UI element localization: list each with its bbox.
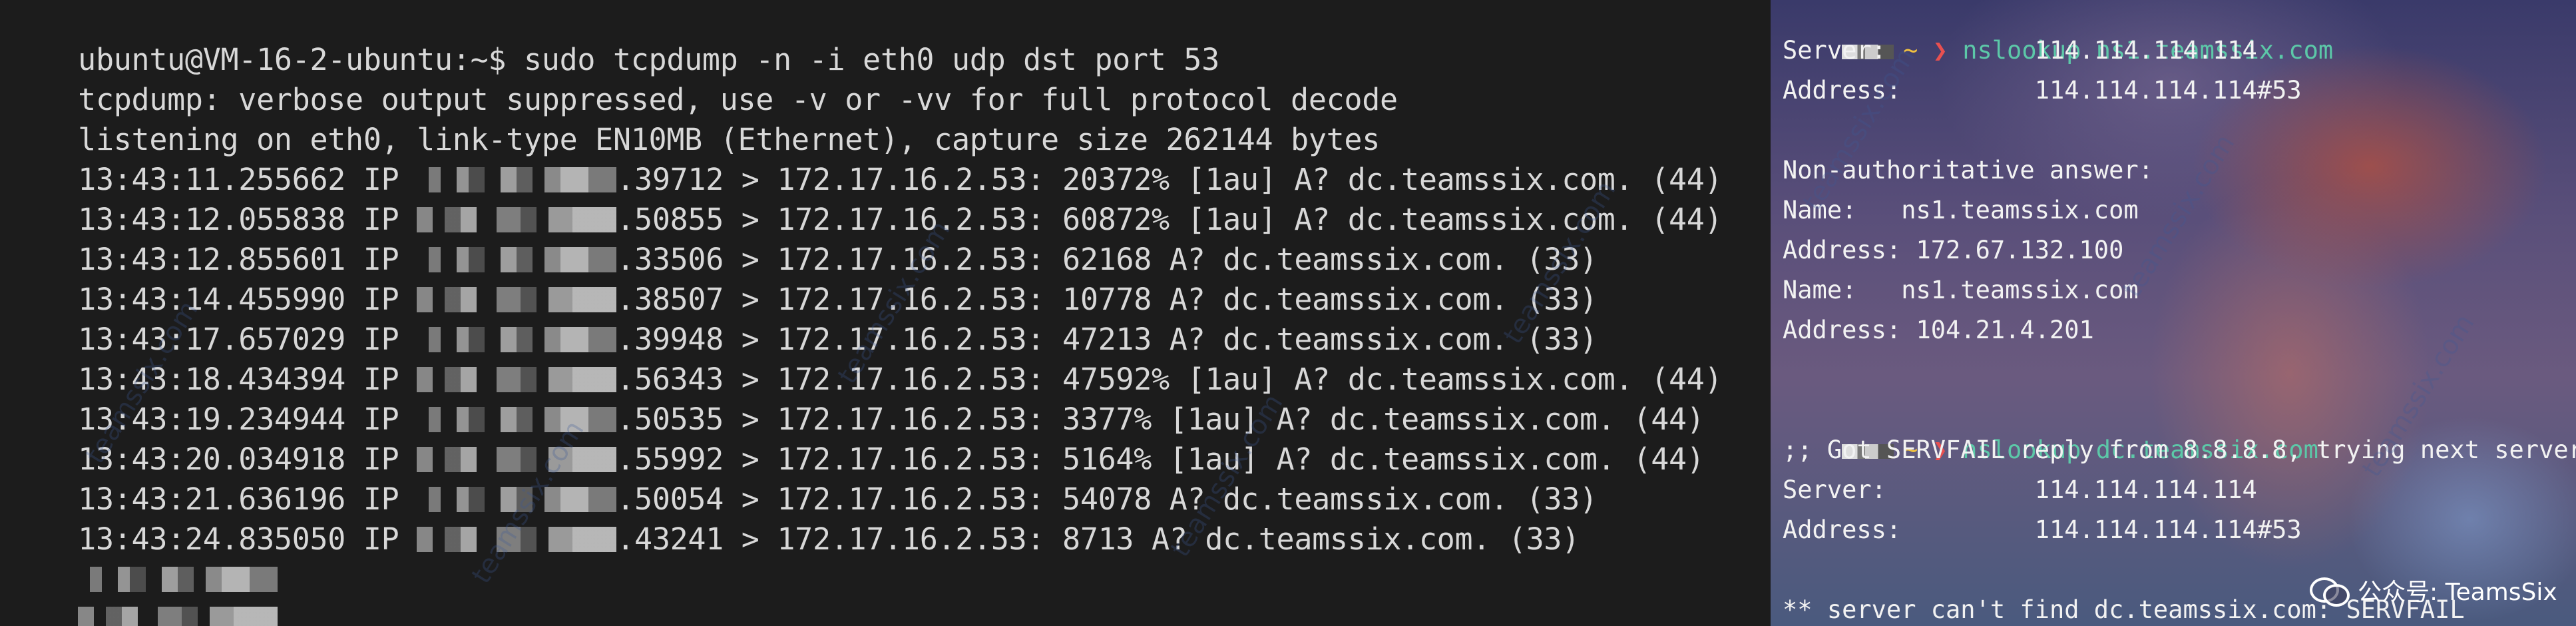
packet-line: 13:43:18.434394 IP .56343 > 172.17.16.2.… <box>7 320 1722 397</box>
output-line: listening on eth0, link-type EN10MB (Eth… <box>7 80 1380 157</box>
output-line: Server: 114.114.114.114 <box>1783 475 2257 504</box>
wechat-label: 公众号: TeamsSix <box>2358 579 2557 606</box>
output-line: tcpdump: verbose output suppressed, use … <box>7 40 1398 117</box>
packet-line: 13:43:20.034918 IP .55992 > 172.17.16.2.… <box>7 400 1705 477</box>
redacted-ip <box>78 607 278 626</box>
output-line: ;; Got SERVFAIL reply from 8.8.8.8, tryi… <box>1783 436 2576 464</box>
output-line: Address: 114.114.114.114#53 <box>1783 76 2302 105</box>
redacted-ip <box>417 527 617 552</box>
output-line: Address: 172.67.132.100 <box>1783 236 2124 264</box>
packet-line <box>7 519 278 592</box>
packet-line: 13:43:24.835050 IP .43241 > 172.17.16.2.… <box>7 479 1580 557</box>
output-line: Address: 104.21.4.201 <box>1783 316 2094 344</box>
output-line: Non-authoritative answer: <box>1783 156 2153 184</box>
packet-line: 13:43:12.055838 IP .50855 > 172.17.16.2.… <box>7 160 1722 237</box>
prompt-line: ~ ❯ nslookup ns1.teamssix.com <box>1783 0 2333 65</box>
packet-detail: .43241 > 172.17.16.2.53: 8713 A? dc.team… <box>616 521 1580 557</box>
output-line: Name: ns1.teamssix.com <box>1783 276 2139 304</box>
packet-line: 13:43:17.657029 IP .39948 > 172.17.16.2.… <box>7 280 1598 357</box>
command-line: ubuntu@VM-16-2-ubuntu:~$ sudo tcpdump -n… <box>7 0 1219 77</box>
packet-line: 13:43:12.855601 IP .33506 > 172.17.16.2.… <box>7 200 1598 277</box>
packet-line: 13:43:19.234944 IP .50535 > 172.17.16.2.… <box>7 360 1705 437</box>
output-line: Name: ns1.teamssix.com <box>1783 196 2139 224</box>
output-line: Address: 114.114.114.114#53 <box>1783 515 2302 544</box>
packet-line: 13:43:21.636196 IP .50054 > 172.17.16.2.… <box>7 440 1598 517</box>
packet-line <box>7 559 278 626</box>
wechat-badge: 公众号: TeamsSix <box>2310 573 2557 607</box>
packet-line: 13:43:11.255662 IP .39712 > 172.17.16.2.… <box>7 120 1722 197</box>
nslookup-terminal[interactable]: ~ ❯ nslookup ns1.teamssix.com Server: 11… <box>1771 0 2576 626</box>
tcpdump-terminal[interactable]: ubuntu@VM-16-2-ubuntu:~$ sudo tcpdump -n… <box>0 0 1771 626</box>
prompt-line: ~ ❯ nslookup dc.teamssix.com <box>1783 390 2318 464</box>
wechat-icon <box>2310 575 2350 607</box>
packet-line: 13:43:14.455990 IP .38507 > 172.17.16.2.… <box>7 240 1598 317</box>
output-line: Server: 114.114.114.114 <box>1783 36 2257 65</box>
